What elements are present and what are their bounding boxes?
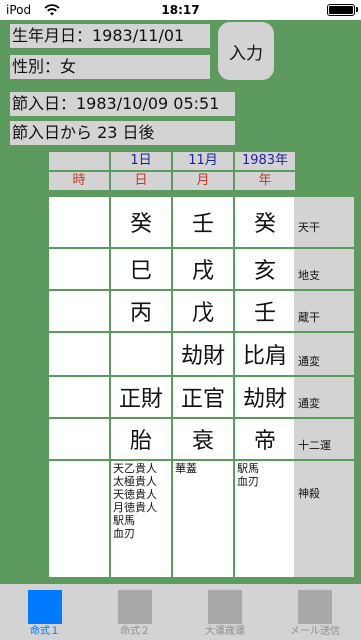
juniun-year: 帝 <box>235 419 295 459</box>
header-year-value: 1983年 <box>235 152 295 170</box>
meishiki1-tab-icon <box>28 590 62 624</box>
row-label-zoukan: 蔵干 <box>294 291 354 331</box>
tab-label: メール送信 <box>290 626 340 637</box>
clock: 18:17 <box>161 3 200 17</box>
tab-mail-send[interactable]: メール送信 <box>270 584 360 640</box>
battery-tip <box>356 7 358 12</box>
shinsatsu-day: 天乙貴人 太極貴人 天徳貴人 月徳貴人 駅馬 血刃 <box>111 461 171 577</box>
tsuhen1-month: 劫財 <box>173 333 233 375</box>
tab-bar: 命式１ 命式２ 大運歳運 メール送信 <box>0 584 361 640</box>
tab-label: 大運歳運 <box>205 626 245 637</box>
juniun-month: 衰 <box>173 419 233 459</box>
tsuhen2-month: 正官 <box>173 377 233 417</box>
header-hour-value <box>49 152 109 170</box>
meishiki2-tab-icon <box>118 590 152 624</box>
zoukan-hour <box>49 291 109 331</box>
row-label-shinsatsu: 神殺 <box>294 461 354 577</box>
chishi-hour <box>49 249 109 289</box>
header-hour-label: 時 <box>49 172 109 190</box>
days-after-label: 節入日から 23 日後 <box>10 121 235 145</box>
battery-level <box>329 6 353 14</box>
row-label-juniun: 十二運 <box>294 419 354 459</box>
zoukan-day: 丙 <box>111 291 171 331</box>
tenkan-hour <box>49 197 109 247</box>
tab-label: 命式２ <box>120 626 150 637</box>
row-label-chishi: 地支 <box>294 249 354 289</box>
shinsatsu-hour <box>49 461 109 577</box>
tenkan-year: 癸 <box>235 197 295 247</box>
row-label-tenkan: 天干 <box>294 197 354 247</box>
tsuhen1-hour <box>49 333 109 375</box>
tsuhen1-day <box>111 333 171 375</box>
mail-tab-icon <box>298 590 332 624</box>
chishi-year: 亥 <box>235 249 295 289</box>
header-year-label: 年 <box>235 172 295 190</box>
chishi-month: 戌 <box>173 249 233 289</box>
header-month-value: 11月 <box>173 152 233 170</box>
tsuhen1-year: 比肩 <box>235 333 295 375</box>
taiun-tab-icon <box>208 590 242 624</box>
zoukan-year: 壬 <box>235 291 295 331</box>
shinsatsu-year: 駅馬 血刃 <box>235 461 295 577</box>
zoukan-month: 戊 <box>173 291 233 331</box>
chishi-day: 巳 <box>111 249 171 289</box>
battery-icon <box>327 4 355 16</box>
header-month-label: 月 <box>173 172 233 190</box>
tab-meishiki2[interactable]: 命式２ <box>90 584 180 640</box>
tsuhen2-day: 正財 <box>111 377 171 417</box>
juniun-hour <box>49 419 109 459</box>
tsuhen2-hour <box>49 377 109 417</box>
tenkan-day: 癸 <box>111 197 171 247</box>
setsu-date-label: 節入日：1983/10/09 05:51 <box>10 92 235 116</box>
tab-meishiki1[interactable]: 命式１ <box>0 584 90 640</box>
row-label-tsuhen2: 通変 <box>294 377 354 417</box>
input-button[interactable]: 入力 <box>218 22 274 80</box>
tenkan-month: 壬 <box>173 197 233 247</box>
tab-label: 命式１ <box>30 626 60 637</box>
juniun-day: 胎 <box>111 419 171 459</box>
tab-taiun-saiun[interactable]: 大運歳運 <box>180 584 270 640</box>
header-day-value: 1日 <box>111 152 171 170</box>
birth-date-field[interactable]: 生年月日：1983/11/01 <box>10 24 210 48</box>
row-label-tsuhen1: 通変 <box>294 333 354 375</box>
shinsatsu-month: 華蓋 <box>173 461 233 577</box>
tsuhen2-year: 劫財 <box>235 377 295 417</box>
header-day-label: 日 <box>111 172 171 190</box>
gender-field[interactable]: 性別：女 <box>10 55 210 79</box>
status-bar: iPod 18:17 <box>0 0 361 20</box>
